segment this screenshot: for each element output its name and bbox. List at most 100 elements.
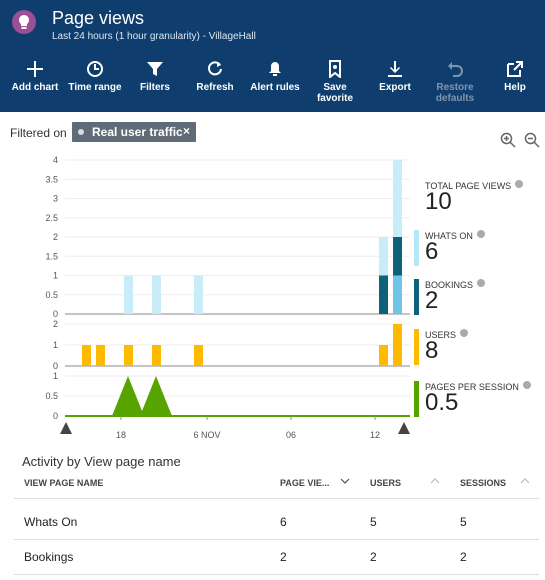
info-icon[interactable] — [522, 381, 531, 389]
table-row[interactable]: Bookings 2 2 2 — [14, 540, 539, 575]
page-subtitle: Last 24 hours (1 hour granularity) - Vil… — [52, 31, 256, 42]
time-range-button[interactable]: Time range — [63, 56, 127, 93]
filter-chip[interactable]: Real user traffic × — [72, 122, 196, 142]
cell-page-name: Bookings — [24, 550, 74, 564]
add-chart-label: Add chart — [11, 82, 59, 93]
undo-icon — [448, 62, 463, 77]
cell-sessions: 5 — [460, 515, 467, 529]
x-tick-label: 12 — [370, 430, 380, 440]
page-title: Page views — [52, 8, 145, 28]
refresh-icon — [208, 61, 222, 76]
bar-whats-on — [152, 275, 161, 314]
metrics-chart: 43.532.521.510.5021010.5018 6 NOV 06 12 — [45, 155, 410, 440]
close-icon[interactable]: × — [183, 124, 190, 138]
download-icon — [388, 61, 402, 77]
table-title: Activity by View page name — [22, 454, 181, 469]
column-header-sessions[interactable]: SESSIONS — [460, 478, 506, 488]
sort-ascending-icon[interactable] — [520, 476, 530, 486]
restore-defaults-label-1: Restore — [436, 82, 474, 93]
y-tick-label: 2 — [53, 232, 58, 242]
toolbar: Add chart Time range Filters Refresh Ale… — [0, 56, 545, 112]
cell-users: 5 — [370, 515, 377, 529]
stat-value: 0.5 — [425, 389, 459, 416]
cell-sessions: 2 — [460, 550, 467, 564]
alert-rules-button[interactable]: Alert rules — [243, 56, 307, 93]
y-tick-label: 0.5 — [45, 391, 58, 401]
bar-users — [379, 345, 388, 366]
filter-chip-label: Real user traffic — [92, 125, 183, 139]
save-favorite-label-2: favorite — [316, 93, 354, 104]
filter-label: Filtered on — [10, 126, 67, 140]
add-chart-button[interactable]: Add chart — [3, 56, 67, 93]
filter-icon — [147, 62, 163, 76]
clock-icon — [87, 61, 103, 77]
stat-value: 10 — [425, 188, 452, 215]
info-icon[interactable] — [477, 279, 486, 287]
legend-swatch — [414, 279, 419, 315]
zoom-in-icon[interactable] — [500, 132, 516, 148]
table-header: VIEW PAGE NAME PAGE VIE... USERS SESSION… — [14, 468, 539, 499]
info-icon[interactable] — [515, 180, 524, 188]
y-tick-label: 3.5 — [45, 174, 58, 184]
refresh-button[interactable]: Refresh — [183, 56, 247, 93]
y-tick-label: 1 — [53, 371, 58, 381]
column-header-view-page-name[interactable]: VIEW PAGE NAME — [24, 478, 103, 488]
column-header-users[interactable]: USERS — [370, 478, 401, 488]
y-tick-label: 3 — [53, 194, 58, 204]
cell-page-name: Whats On — [24, 515, 78, 529]
info-icon[interactable] — [476, 230, 485, 238]
bar-bookings — [379, 275, 388, 314]
alert-rules-label: Alert rules — [250, 82, 300, 93]
info-icon[interactable] — [460, 329, 469, 337]
y-tick-label: 2 — [53, 319, 58, 329]
bar-users — [152, 345, 161, 366]
sort-descending-icon[interactable] — [340, 476, 350, 486]
bar-users — [393, 324, 402, 366]
column-header-page-views[interactable]: PAGE VIE... — [280, 478, 329, 488]
stat-value: 2 — [425, 287, 439, 314]
x-tick-label: 6 NOV — [193, 430, 220, 440]
bar-bookings — [393, 237, 402, 276]
bar-whats-on — [393, 275, 402, 314]
range-start-handle-icon[interactable] — [60, 422, 72, 434]
export-button[interactable]: Export — [363, 56, 427, 93]
bar-whats-on — [124, 275, 133, 314]
x-tick-label: 06 — [286, 430, 296, 440]
refresh-label: Refresh — [196, 82, 234, 93]
filter-row: Filtered on Real user traffic × — [0, 120, 545, 144]
table-row[interactable]: Whats On 6 5 5 — [14, 505, 539, 540]
save-favorite-label-1: Save — [323, 82, 347, 93]
bar-users — [124, 345, 133, 366]
y-tick-label: 4 — [53, 155, 58, 165]
stat-value: 6 — [425, 238, 439, 265]
external-link-icon — [507, 61, 523, 77]
cell-page-views: 6 — [280, 515, 287, 529]
range-end-handle-icon[interactable] — [398, 422, 410, 434]
stat-value: 8 — [425, 337, 439, 364]
y-tick-label: 0 — [53, 361, 58, 371]
bar-users — [194, 345, 203, 366]
zoom-out-icon[interactable] — [524, 132, 540, 148]
filter-chip-dot-icon — [78, 129, 84, 135]
export-label: Export — [379, 82, 411, 93]
blade-header: Page views Last 24 hours (1 hour granula… — [0, 0, 545, 112]
filters-button[interactable]: Filters — [123, 56, 187, 93]
y-tick-label: 1 — [53, 340, 58, 350]
filters-label: Filters — [139, 82, 170, 93]
bell-icon — [269, 62, 281, 76]
cell-page-views: 2 — [280, 550, 287, 564]
legend-swatch — [414, 230, 419, 266]
plus-icon — [27, 61, 43, 77]
y-tick-label: 0 — [53, 411, 58, 421]
y-tick-label: 2.5 — [45, 213, 58, 223]
lightbulb-icon — [12, 10, 36, 34]
legend-swatch — [414, 381, 419, 417]
restore-defaults-button[interactable]: Restore defaults — [423, 56, 487, 104]
y-tick-label: 1 — [53, 271, 58, 281]
help-button[interactable]: Help — [483, 56, 545, 93]
save-favorite-button[interactable]: Save favorite — [303, 56, 367, 104]
bar-users — [96, 345, 105, 366]
restore-defaults-label-2: defaults — [435, 93, 475, 104]
bar-whats-on — [194, 275, 203, 314]
sort-ascending-icon[interactable] — [430, 476, 440, 486]
